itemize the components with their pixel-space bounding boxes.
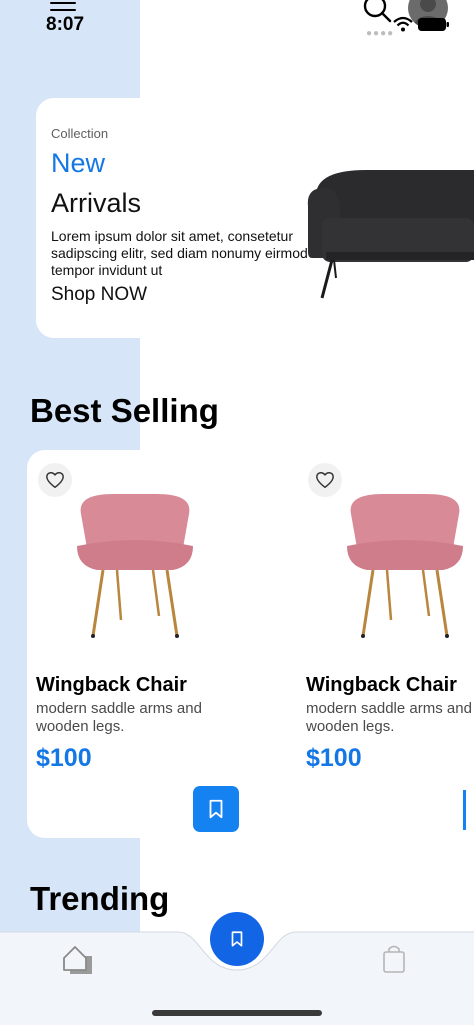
favorite-button[interactable] — [308, 463, 342, 497]
product-name: Wingback Chair — [306, 674, 457, 696]
hero-description: Lorem ipsum dolor sit amet, consetetur s… — [51, 228, 308, 278]
bookmarks-fab[interactable] — [210, 912, 264, 966]
heart-icon — [316, 471, 334, 489]
battery-icon — [418, 18, 449, 31]
product-description: modern saddle arms and wooden legs. — [36, 700, 202, 735]
home-indicator — [152, 1010, 322, 1016]
chair-image — [347, 494, 463, 638]
chair-image — [77, 494, 193, 638]
sofa-image — [307, 170, 474, 299]
signal-icon: ●●●● — [366, 28, 395, 39]
product-price: $100 — [306, 744, 362, 772]
product-description: modern saddle arms and wooden legs. — [306, 700, 472, 735]
status-time: 8:07 — [46, 14, 85, 35]
shop-now-link[interactable]: Shop NOW — [51, 284, 147, 306]
product-name: Wingback Chair — [36, 674, 187, 696]
bookmark-icon — [231, 931, 243, 947]
search-icon[interactable] — [362, 0, 392, 24]
section-title-best-selling: Best Selling — [30, 392, 219, 429]
product-card[interactable]: Wingback Chair modern saddle arms and wo… — [27, 450, 277, 838]
save-button[interactable] — [193, 786, 239, 832]
home-icon[interactable] — [62, 944, 94, 974]
product-price: $100 — [36, 744, 92, 772]
favorite-button[interactable] — [38, 463, 72, 497]
product-card[interactable]: Wingback Chair modern saddle arms and wo… — [297, 450, 474, 838]
bookmark-icon — [209, 799, 223, 819]
hero-title: Arrivals — [51, 188, 142, 218]
save-button[interactable] — [463, 790, 474, 830]
hero-eyebrow: Collection — [51, 126, 109, 141]
hero-title-highlight: New — [51, 148, 106, 178]
heart-icon — [46, 471, 64, 489]
shopping-bag-icon[interactable] — [382, 944, 406, 974]
